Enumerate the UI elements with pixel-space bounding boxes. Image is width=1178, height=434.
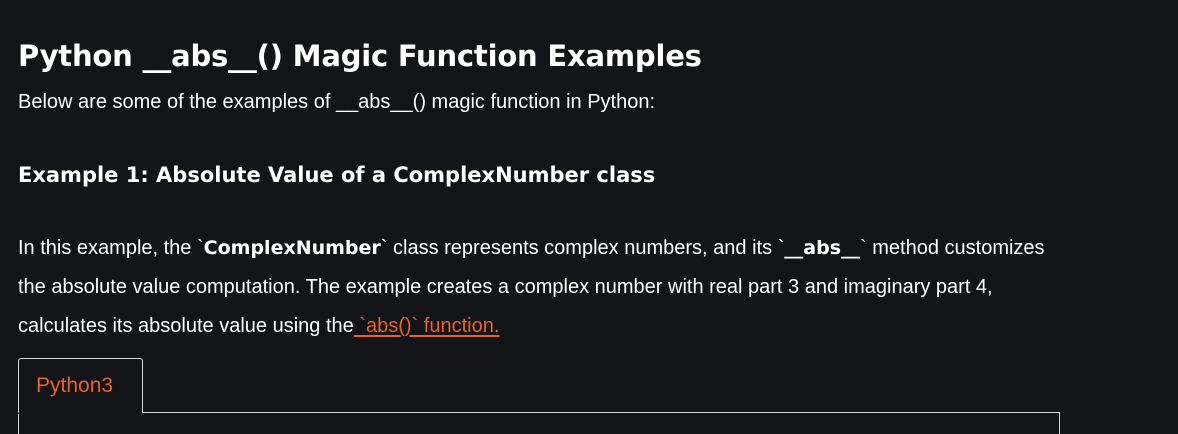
- example-description: In this example, the `ComplexNumber` cla…: [18, 229, 1058, 346]
- example-heading: Example 1: Absolute Value of a ComplexNu…: [18, 163, 656, 187]
- code-block: [18, 412, 1060, 434]
- intro-paragraph: Below are some of the examples of __abs_…: [18, 91, 656, 113]
- article-page: Python __abs__() Magic Function Examples…: [0, 0, 1178, 434]
- abs-function-link[interactable]: `abs()` function.: [354, 315, 499, 337]
- desc-text-1: In this example, the `: [18, 237, 204, 259]
- page-title: Python __abs__() Magic Function Examples: [18, 39, 702, 73]
- desc-bold-classname: ComplexNumber: [203, 237, 381, 259]
- code-tab-python3[interactable]: Python3: [18, 358, 143, 414]
- desc-bold-method: __abs__: [784, 237, 861, 259]
- desc-text-2: ` class represents complex numbers, and …: [380, 237, 785, 259]
